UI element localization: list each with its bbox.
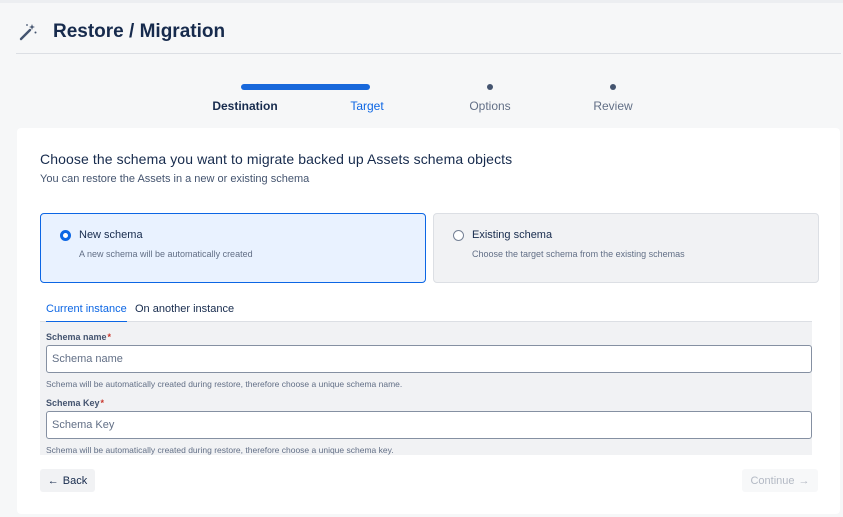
page-header: Restore / Migration (16, 14, 841, 54)
arrow-right-icon: → (798, 474, 810, 487)
continue-label: Continue (750, 474, 795, 487)
option-description: A new schema will be automatically creat… (79, 249, 253, 259)
tab-another-instance[interactable]: On another instance (135, 303, 234, 321)
option-description: Choose the target schema from the existi… (472, 249, 685, 259)
schema-form: Schema name* Schema will be automaticall… (40, 322, 812, 455)
instance-tabs: Current instance On another instance (40, 298, 812, 323)
step-label: Options (469, 99, 511, 113)
step-dot (610, 84, 616, 90)
section-subheading: You can restore the Assets in a new or e… (40, 173, 310, 185)
step-label: Destination (212, 99, 278, 113)
step-review: Review (548, 78, 678, 118)
radio-selected-icon[interactable] (60, 230, 71, 241)
continue-button[interactable]: Continue → (742, 469, 818, 492)
back-button[interactable]: ← Back (40, 469, 95, 492)
top-border (0, 0, 843, 3)
progress-stepper: Destination Target Options Review (0, 78, 843, 118)
step-label: Review (593, 99, 633, 113)
page-title: Restore / Migration (53, 21, 226, 42)
schema-key-label: Schema Key* (46, 398, 104, 408)
step-label: Target (350, 99, 384, 113)
back-label: Back (62, 474, 88, 487)
step-progress-bar (241, 84, 370, 90)
schema-key-help: Schema will be automatically created dur… (46, 445, 394, 455)
required-mark: * (100, 398, 105, 408)
schema-name-label-text: Schema name (46, 332, 107, 342)
section-heading: Choose the schema you want to migrate ba… (40, 151, 513, 167)
radio-unselected-icon[interactable] (453, 230, 464, 241)
schema-key-label-text: Schema Key (46, 398, 100, 408)
main-card: Choose the schema you want to migrate ba… (17, 128, 840, 514)
schema-name-help: Schema will be automatically created dur… (46, 379, 403, 389)
step-options: Options (425, 78, 555, 118)
required-mark: * (107, 332, 112, 342)
option-new-schema[interactable]: New schema A new schema will be automati… (40, 213, 426, 283)
option-title: New schema (79, 229, 143, 241)
schema-name-input[interactable] (46, 345, 812, 373)
option-existing-schema[interactable]: Existing schema Choose the target schema… (433, 213, 819, 283)
option-title: Existing schema (472, 229, 553, 241)
schema-key-input[interactable] (46, 411, 812, 439)
magic-wand-icon (19, 24, 37, 41)
schema-name-label: Schema name* (46, 332, 111, 342)
tab-current-instance[interactable]: Current instance (46, 303, 127, 323)
arrow-left-icon: ← (47, 474, 59, 487)
step-dot (487, 84, 493, 90)
